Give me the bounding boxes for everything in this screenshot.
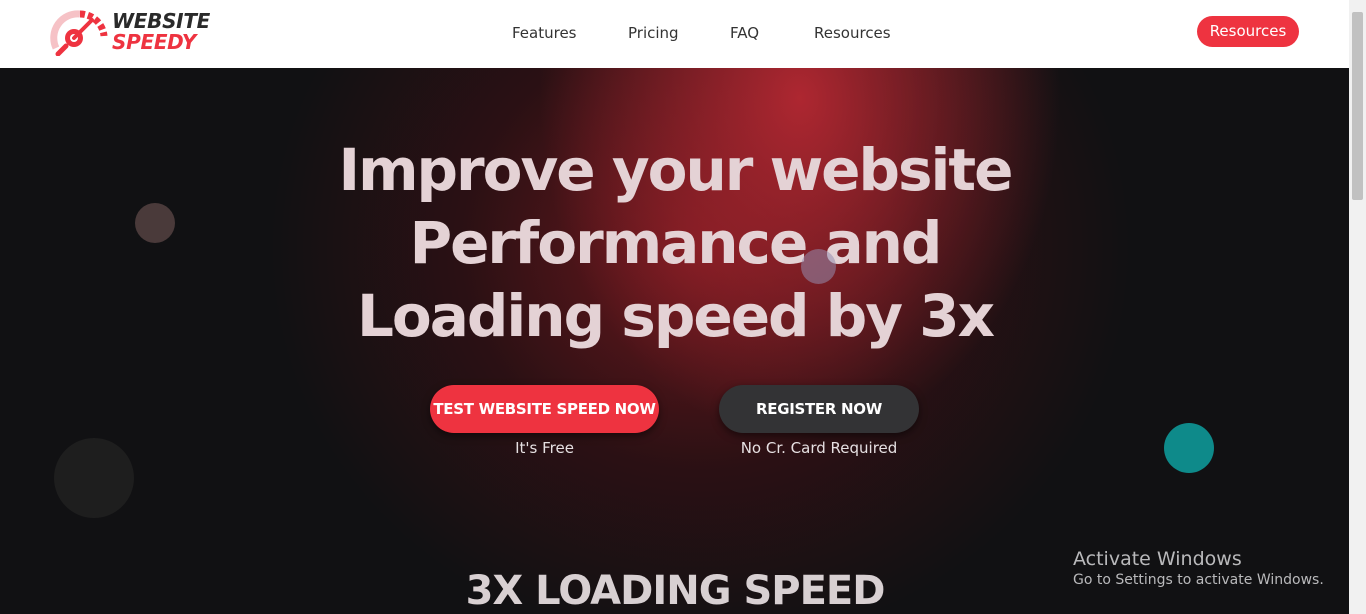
nav-faq[interactable]: FAQ xyxy=(730,24,759,42)
free-note: It's Free xyxy=(515,439,574,457)
hero-section: Improve your website Performance and Loa… xyxy=(0,68,1349,614)
decor-circle-lavender xyxy=(801,249,836,284)
main-nav: Features Pricing FAQ Resources xyxy=(0,0,1349,68)
windows-activation-watermark: Activate Windows Go to Settings to activ… xyxy=(1073,548,1324,590)
activation-title: Activate Windows xyxy=(1073,548,1242,570)
page-scrollbar[interactable] xyxy=(1349,0,1366,614)
no-card-note: No Cr. Card Required xyxy=(740,439,898,457)
resources-button[interactable]: Resources xyxy=(1197,16,1299,47)
decor-circle-dark xyxy=(54,438,134,518)
nav-resources[interactable]: Resources xyxy=(814,24,891,42)
hero-headline: Improve your website Performance and Loa… xyxy=(338,136,1014,350)
test-speed-button[interactable]: TEST WEBSITE SPEED NOW xyxy=(430,385,659,433)
register-button[interactable]: REGISTER NOW xyxy=(719,385,919,433)
nav-pricing[interactable]: Pricing xyxy=(628,24,679,42)
nav-features[interactable]: Features xyxy=(512,24,577,42)
activation-subtitle: Go to Settings to activate Windows. xyxy=(1073,572,1324,588)
decor-circle-teal xyxy=(1164,423,1214,473)
site-header: WEBSITE SPEEDY Features Pricing FAQ Reso… xyxy=(0,0,1349,68)
section-title: 3X LOADING SPEED xyxy=(465,568,886,614)
scrollbar-thumb[interactable] xyxy=(1352,12,1363,200)
decor-circle-brown xyxy=(135,203,175,243)
